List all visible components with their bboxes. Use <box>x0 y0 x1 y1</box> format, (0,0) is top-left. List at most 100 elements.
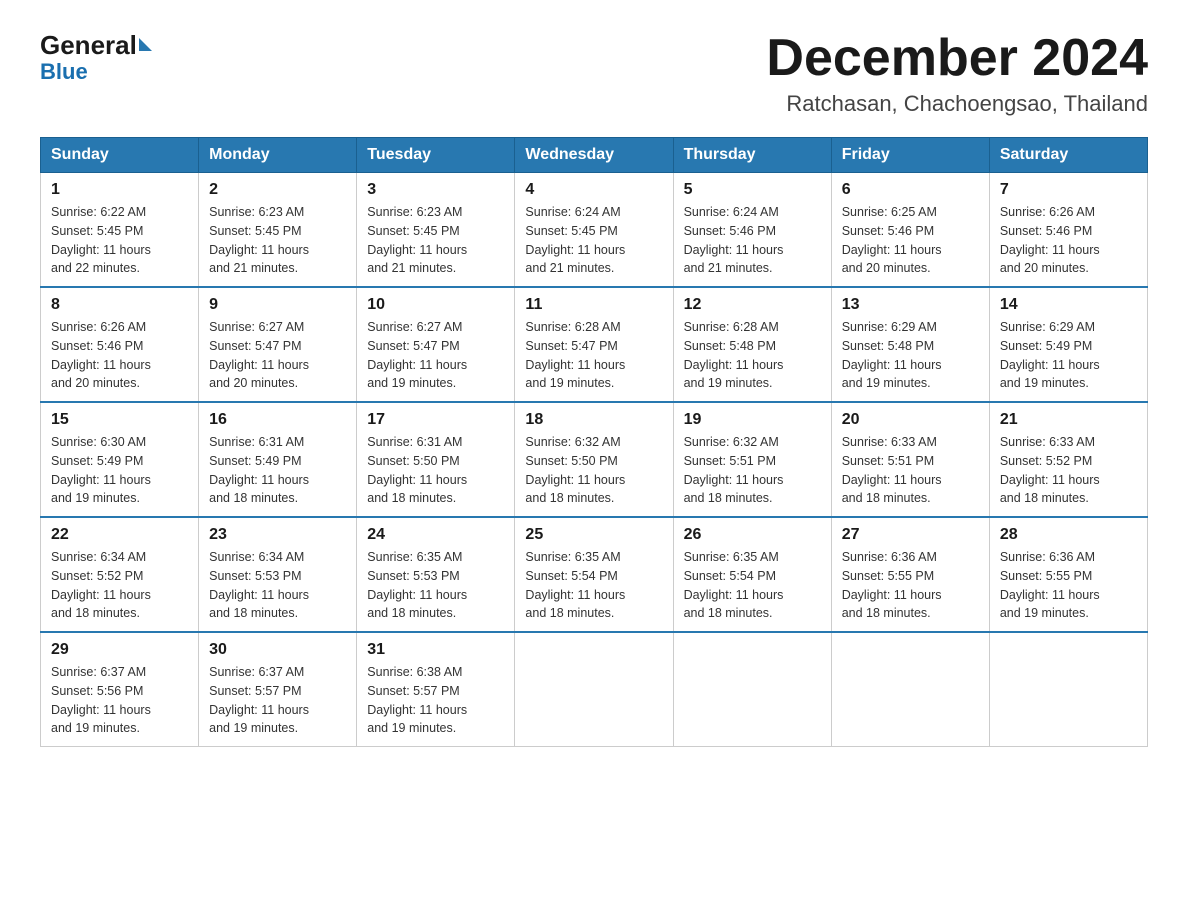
day-number: 5 <box>684 181 821 199</box>
calendar-cell: 17 Sunrise: 6:31 AMSunset: 5:50 PMDayligh… <box>357 402 515 517</box>
day-number: 8 <box>51 296 188 314</box>
calendar-cell: 3 Sunrise: 6:23 AMSunset: 5:45 PMDaylight… <box>357 173 515 288</box>
day-info: Sunrise: 6:23 AMSunset: 5:45 PMDaylight:… <box>367 203 504 278</box>
day-info: Sunrise: 6:27 AMSunset: 5:47 PMDaylight:… <box>367 318 504 393</box>
day-info: Sunrise: 6:31 AMSunset: 5:50 PMDaylight:… <box>367 433 504 508</box>
calendar-week-5: 29 Sunrise: 6:37 AMSunset: 5:56 PMDayligh… <box>41 632 1148 747</box>
calendar-week-2: 8 Sunrise: 6:26 AMSunset: 5:46 PMDaylight… <box>41 287 1148 402</box>
day-number: 2 <box>209 181 346 199</box>
day-number: 23 <box>209 526 346 544</box>
calendar-cell: 14 Sunrise: 6:29 AMSunset: 5:49 PMDayligh… <box>989 287 1147 402</box>
calendar-cell: 16Sunrise: 6:31 AMSunset: 5:49 PMDayligh… <box>199 402 357 517</box>
day-info: Sunrise: 6:38 AMSunset: 5:57 PMDaylight:… <box>367 663 504 738</box>
day-info: Sunrise: 6:27 AMSunset: 5:47 PMDaylight:… <box>209 318 346 393</box>
day-info: Sunrise: 6:30 AMSunset: 5:49 PMDaylight:… <box>51 433 188 508</box>
day-number: 17 <box>367 411 504 429</box>
calendar-cell: 30Sunrise: 6:37 AMSunset: 5:57 PMDayligh… <box>199 632 357 747</box>
day-number: 22 <box>51 526 188 544</box>
header-tuesday: Tuesday <box>357 138 515 173</box>
calendar-cell <box>831 632 989 747</box>
day-info: Sunrise: 6:24 AMSunset: 5:45 PMDaylight:… <box>525 203 662 278</box>
day-number: 24 <box>367 526 504 544</box>
day-info: Sunrise: 6:35 AMSunset: 5:53 PMDaylight:… <box>367 548 504 623</box>
day-number: 12 <box>684 296 821 314</box>
day-number: 11 <box>525 296 662 314</box>
day-number: 13 <box>842 296 979 314</box>
calendar-cell: 31 Sunrise: 6:38 AMSunset: 5:57 PMDayligh… <box>357 632 515 747</box>
location-subtitle: Ratchasan, Chachoengsao, Thailand <box>766 91 1148 117</box>
calendar-cell: 26 Sunrise: 6:35 AMSunset: 5:54 PMDayligh… <box>673 517 831 632</box>
day-info: Sunrise: 6:36 AMSunset: 5:55 PMDaylight:… <box>842 548 979 623</box>
calendar-cell: 8 Sunrise: 6:26 AMSunset: 5:46 PMDaylight… <box>41 287 199 402</box>
day-number: 27 <box>842 526 979 544</box>
day-info: Sunrise: 6:35 AMSunset: 5:54 PMDaylight:… <box>684 548 821 623</box>
day-info: Sunrise: 6:26 AMSunset: 5:46 PMDaylight:… <box>51 318 188 393</box>
calendar-cell <box>673 632 831 747</box>
logo: General Blue <box>40 30 154 85</box>
calendar-cell: 19Sunrise: 6:32 AMSunset: 5:51 PMDayligh… <box>673 402 831 517</box>
calendar-cell: 23 Sunrise: 6:34 AMSunset: 5:53 PMDayligh… <box>199 517 357 632</box>
calendar-cell: 12 Sunrise: 6:28 AMSunset: 5:48 PMDayligh… <box>673 287 831 402</box>
day-number: 9 <box>209 296 346 314</box>
calendar-cell: 15 Sunrise: 6:30 AMSunset: 5:49 PMDayligh… <box>41 402 199 517</box>
calendar-cell: 5 Sunrise: 6:24 AMSunset: 5:46 PMDaylight… <box>673 173 831 288</box>
day-info: Sunrise: 6:29 AMSunset: 5:48 PMDaylight:… <box>842 318 979 393</box>
day-info: Sunrise: 6:35 AMSunset: 5:54 PMDaylight:… <box>525 548 662 623</box>
day-number: 1 <box>51 181 188 199</box>
calendar-cell: 7Sunrise: 6:26 AMSunset: 5:46 PMDaylight… <box>989 173 1147 288</box>
day-info: Sunrise: 6:32 AMSunset: 5:51 PMDaylight:… <box>684 433 821 508</box>
header-saturday: Saturday <box>989 138 1147 173</box>
day-info: Sunrise: 6:34 AMSunset: 5:53 PMDaylight:… <box>209 548 346 623</box>
calendar-cell: 28 Sunrise: 6:36 AMSunset: 5:55 PMDayligh… <box>989 517 1147 632</box>
logo-triangle-icon <box>139 38 152 51</box>
day-info: Sunrise: 6:24 AMSunset: 5:46 PMDaylight:… <box>684 203 821 278</box>
calendar-cell <box>989 632 1147 747</box>
calendar-cell: 22 Sunrise: 6:34 AMSunset: 5:52 PMDayligh… <box>41 517 199 632</box>
calendar-cell: 27 Sunrise: 6:36 AMSunset: 5:55 PMDayligh… <box>831 517 989 632</box>
day-number: 3 <box>367 181 504 199</box>
calendar-cell: 10 Sunrise: 6:27 AMSunset: 5:47 PMDayligh… <box>357 287 515 402</box>
header-monday: Monday <box>199 138 357 173</box>
day-number: 20 <box>842 411 979 429</box>
day-info: Sunrise: 6:37 AMSunset: 5:56 PMDaylight:… <box>51 663 188 738</box>
calendar-week-4: 22 Sunrise: 6:34 AMSunset: 5:52 PMDayligh… <box>41 517 1148 632</box>
day-number: 31 <box>367 641 504 659</box>
calendar-cell <box>515 632 673 747</box>
day-info: Sunrise: 6:28 AMSunset: 5:47 PMDaylight:… <box>525 318 662 393</box>
logo-wordmark: General <box>40 30 154 61</box>
day-info: Sunrise: 6:22 AMSunset: 5:45 PMDaylight:… <box>51 203 188 278</box>
calendar-cell: 6 Sunrise: 6:25 AMSunset: 5:46 PMDaylight… <box>831 173 989 288</box>
day-info: Sunrise: 6:25 AMSunset: 5:46 PMDaylight:… <box>842 203 979 278</box>
day-number: 30 <box>209 641 346 659</box>
day-number: 15 <box>51 411 188 429</box>
calendar-header-row: Sunday Monday Tuesday Wednesday Thursday… <box>41 138 1148 173</box>
day-info: Sunrise: 6:29 AMSunset: 5:49 PMDaylight:… <box>1000 318 1137 393</box>
day-number: 14 <box>1000 296 1137 314</box>
day-info: Sunrise: 6:36 AMSunset: 5:55 PMDaylight:… <box>1000 548 1137 623</box>
calendar-cell: 11 Sunrise: 6:28 AMSunset: 5:47 PMDayligh… <box>515 287 673 402</box>
day-info: Sunrise: 6:33 AMSunset: 5:52 PMDaylight:… <box>1000 433 1137 508</box>
logo-blue-text: Blue <box>40 59 88 85</box>
calendar-cell: 1 Sunrise: 6:22 AMSunset: 5:45 PMDaylight… <box>41 173 199 288</box>
calendar-cell: 20Sunrise: 6:33 AMSunset: 5:51 PMDayligh… <box>831 402 989 517</box>
calendar-cell: 21Sunrise: 6:33 AMSunset: 5:52 PMDayligh… <box>989 402 1147 517</box>
header-friday: Friday <box>831 138 989 173</box>
day-number: 6 <box>842 181 979 199</box>
calendar-cell: 18Sunrise: 6:32 AMSunset: 5:50 PMDayligh… <box>515 402 673 517</box>
day-number: 10 <box>367 296 504 314</box>
day-info: Sunrise: 6:28 AMSunset: 5:48 PMDaylight:… <box>684 318 821 393</box>
day-number: 28 <box>1000 526 1137 544</box>
day-number: 26 <box>684 526 821 544</box>
header-wednesday: Wednesday <box>515 138 673 173</box>
logo-general-text: General <box>40 30 137 61</box>
title-section: December 2024 Ratchasan, Chachoengsao, T… <box>766 30 1148 117</box>
calendar-table: Sunday Monday Tuesday Wednesday Thursday… <box>40 137 1148 747</box>
calendar-cell: 29 Sunrise: 6:37 AMSunset: 5:56 PMDayligh… <box>41 632 199 747</box>
calendar-cell: 13 Sunrise: 6:29 AMSunset: 5:48 PMDayligh… <box>831 287 989 402</box>
day-info: Sunrise: 6:34 AMSunset: 5:52 PMDaylight:… <box>51 548 188 623</box>
calendar-cell: 2Sunrise: 6:23 AMSunset: 5:45 PMDaylight… <box>199 173 357 288</box>
day-number: 29 <box>51 641 188 659</box>
calendar-cell: 25Sunrise: 6:35 AMSunset: 5:54 PMDayligh… <box>515 517 673 632</box>
day-number: 18 <box>525 411 662 429</box>
day-number: 4 <box>525 181 662 199</box>
